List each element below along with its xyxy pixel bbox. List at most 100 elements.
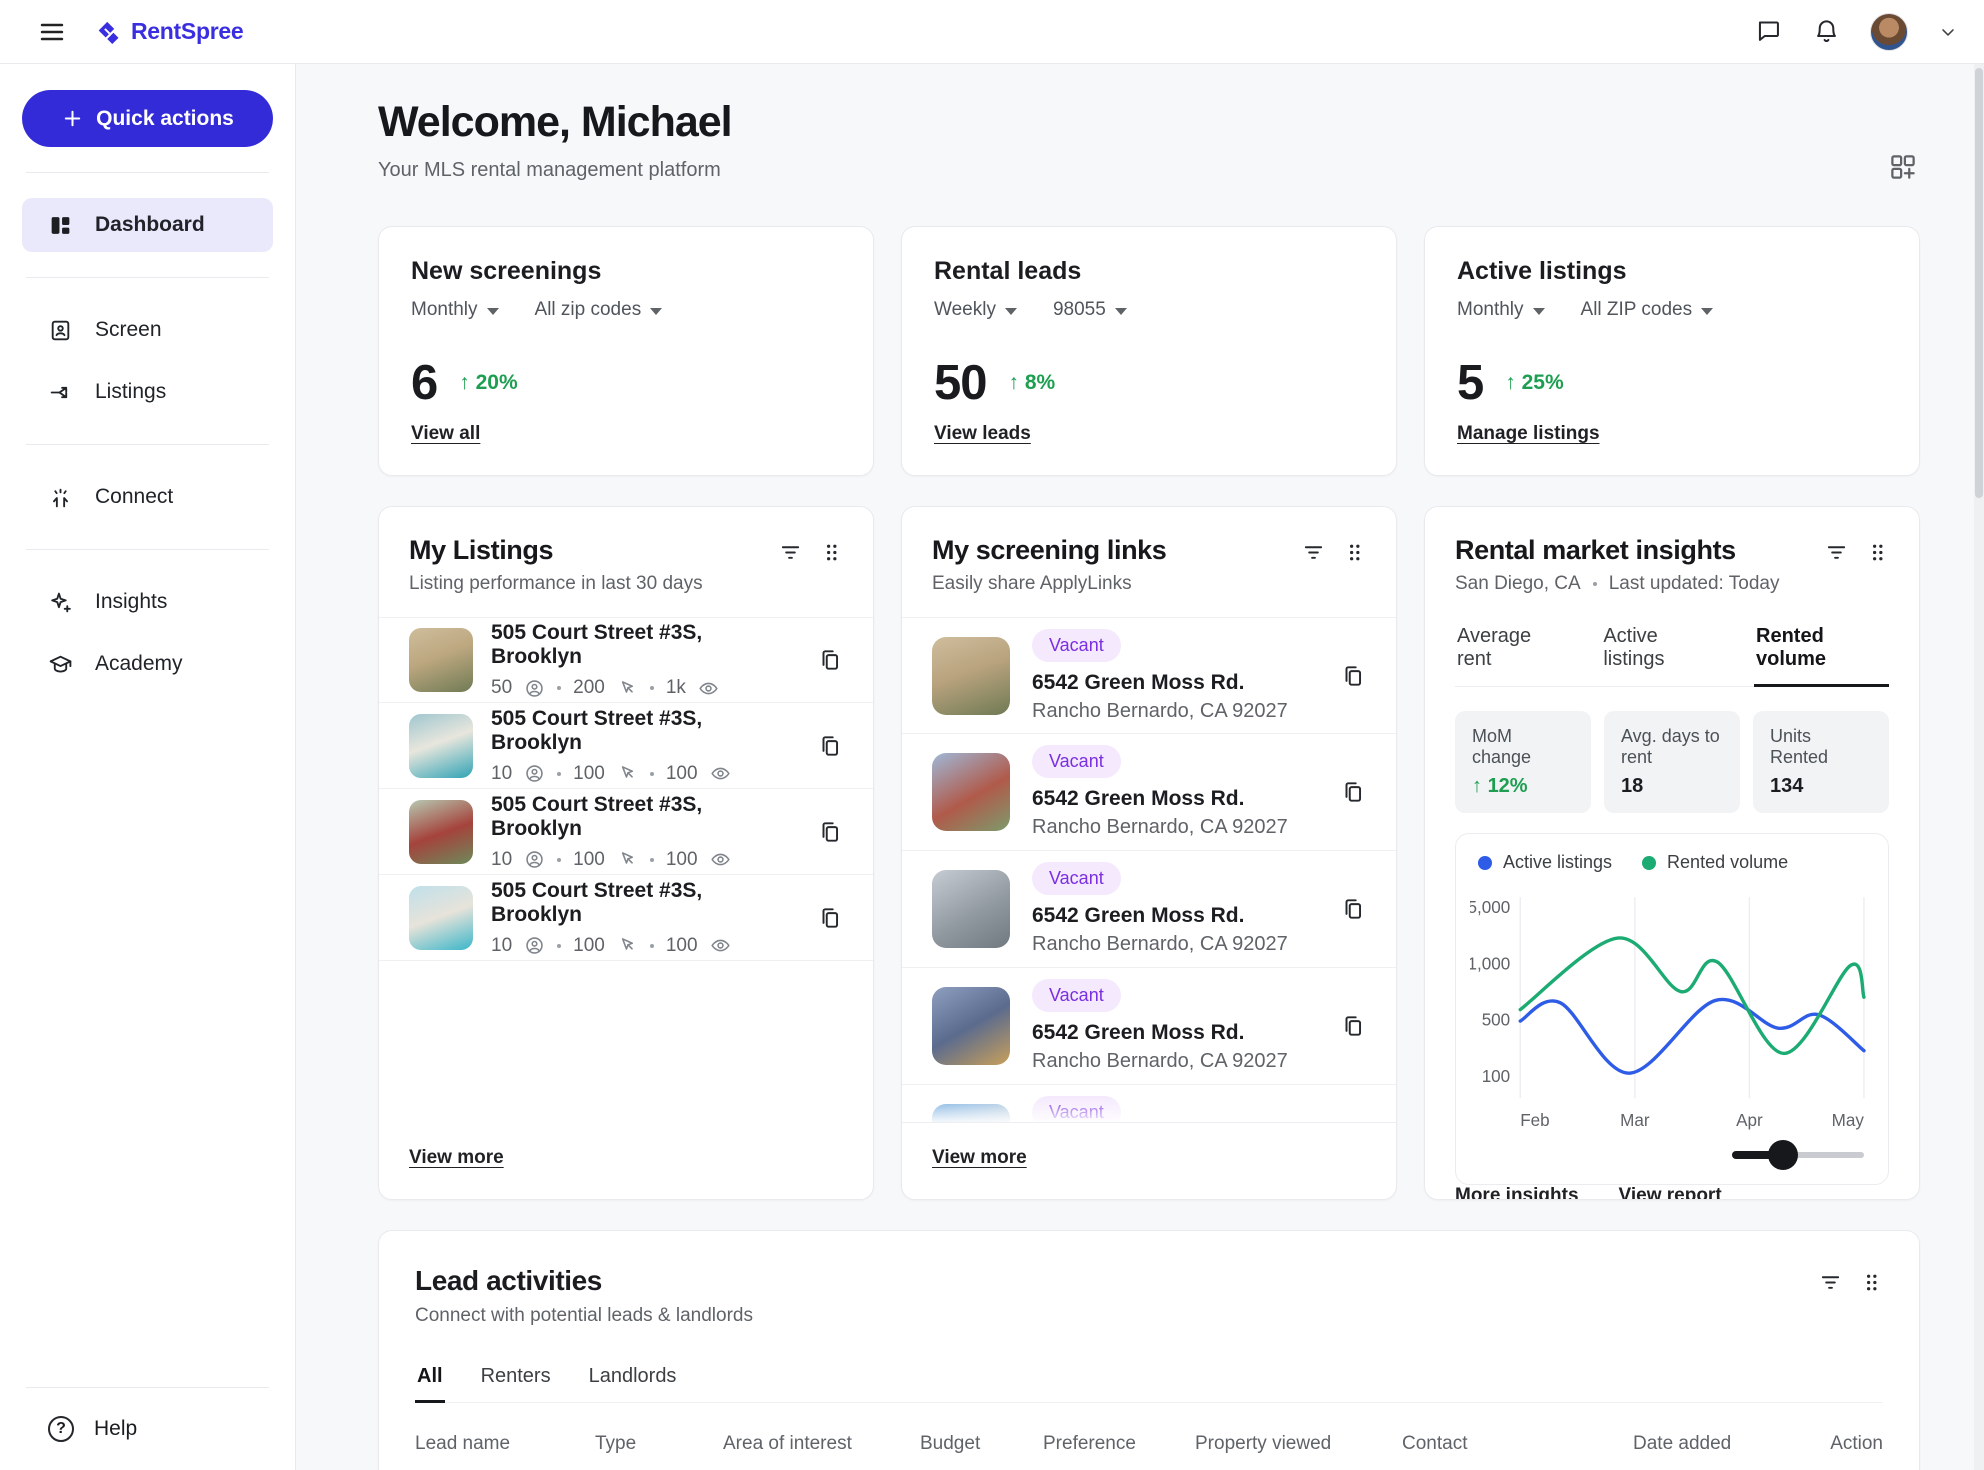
screening-link-row[interactable]: Vacant 6542 Green Moss Rd. Rancho Bernar… xyxy=(902,1085,1396,1122)
drag-handle-icon[interactable] xyxy=(1343,541,1366,564)
insights-tabs: Average rent Active listings Rented volu… xyxy=(1455,621,1889,687)
svg-text:500: 500 xyxy=(1482,1011,1511,1030)
svg-text:5,000: 5,000 xyxy=(1470,898,1510,917)
listing-row[interactable]: 505 Court Street #3S, Brooklyn 10 100 10… xyxy=(379,789,873,875)
chevron-down-icon[interactable] xyxy=(1938,22,1958,42)
dot-separator xyxy=(1593,582,1597,586)
insights-title: Rental market insights xyxy=(1455,535,1825,566)
zipcode-dropdown[interactable]: All zip codes xyxy=(535,299,663,321)
sidebar-item-label: Screen xyxy=(95,318,162,342)
click-cursor-icon xyxy=(617,849,638,870)
quick-actions-button[interactable]: Quick actions xyxy=(22,90,273,147)
sidebar-item-dashboard[interactable]: Dashboard xyxy=(22,198,273,252)
user-avatar[interactable] xyxy=(1870,13,1908,51)
listing-row[interactable]: 505 Court Street #3S, Brooklyn 10 100 10… xyxy=(379,703,873,789)
copy-link-icon[interactable] xyxy=(817,733,843,759)
sidebar-item-listings[interactable]: Listings xyxy=(22,365,273,419)
copy-link-icon[interactable] xyxy=(817,905,843,931)
top-bar: RentSpree xyxy=(0,0,1984,64)
my-listings-view-more-link[interactable]: View more xyxy=(409,1147,504,1169)
dot-separator xyxy=(650,858,654,862)
screening-links-view-more-link[interactable]: View more xyxy=(932,1147,1027,1169)
lead-table: Lead name Type Area of interest Budget P… xyxy=(415,1433,1883,1470)
dot-separator xyxy=(557,858,561,862)
tab-renters[interactable]: Renters xyxy=(479,1361,553,1403)
rentspree-logo-icon xyxy=(94,18,122,46)
tab-rented-volume[interactable]: Rented volume xyxy=(1754,621,1889,687)
stat-card-link[interactable]: View leads xyxy=(934,423,1031,445)
sidebar-item-label: Academy xyxy=(95,652,183,676)
copy-link-icon[interactable] xyxy=(1340,1013,1366,1039)
copy-link-icon[interactable] xyxy=(1340,896,1366,922)
hamburger-menu-icon[interactable] xyxy=(38,18,66,46)
listing-row[interactable]: 505 Court Street #3S, Brooklyn 10 100 10… xyxy=(379,875,873,961)
screening-link-row[interactable]: Vacant 6542 Green Moss Rd. Rancho Bernar… xyxy=(902,851,1396,968)
svg-text:1,000: 1,000 xyxy=(1470,954,1510,973)
chat-icon[interactable] xyxy=(1756,18,1783,45)
help-button[interactable]: ? Help xyxy=(22,1400,273,1448)
tab-all[interactable]: All xyxy=(415,1361,445,1403)
caret-down-icon xyxy=(1115,308,1127,315)
sidebar-item-academy[interactable]: Academy xyxy=(22,637,273,691)
sidebar-item-insights[interactable]: Insights xyxy=(22,575,273,629)
copy-link-icon[interactable] xyxy=(817,647,843,673)
zipcode-dropdown[interactable]: All ZIP codes xyxy=(1581,299,1714,321)
filter-icon[interactable] xyxy=(779,541,802,564)
filter-icon[interactable] xyxy=(1302,541,1325,564)
drag-handle-icon[interactable] xyxy=(820,541,843,564)
slider-thumb[interactable] xyxy=(1768,1140,1798,1170)
notifications-bell-icon[interactable] xyxy=(1813,18,1840,45)
filter-icon[interactable] xyxy=(1819,1271,1842,1294)
stat-delta: 25% xyxy=(1505,371,1563,395)
stat-card-link[interactable]: View all xyxy=(411,423,480,445)
stat-card-link[interactable]: Manage listings xyxy=(1457,423,1600,445)
caret-down-icon xyxy=(650,308,662,315)
period-dropdown[interactable]: Monthly xyxy=(1457,299,1545,321)
stat-card: Rental leads Weekly 98055 50 8% View lea… xyxy=(901,226,1397,476)
insights-sparkle-icon xyxy=(48,590,73,615)
period-dropdown[interactable]: Monthly xyxy=(411,299,499,321)
copy-link-icon[interactable] xyxy=(1340,663,1366,689)
divider xyxy=(26,277,269,278)
sidebar-item-connect[interactable]: Connect xyxy=(22,470,273,524)
sidebar-item-screen[interactable]: Screen xyxy=(22,303,273,357)
caret-down-icon xyxy=(1533,308,1545,315)
sidebar-item-label: Listings xyxy=(95,380,166,404)
property-address: 6542 Green Moss Rd. xyxy=(1032,787,1318,811)
property-photo xyxy=(932,637,1010,715)
filter-icon[interactable] xyxy=(1825,541,1848,564)
screening-link-row[interactable]: Vacant 6542 Green Moss Rd. Rancho Bernar… xyxy=(902,617,1396,734)
copy-link-icon[interactable] xyxy=(1340,779,1366,805)
dashboard-icon xyxy=(48,213,73,238)
academy-graduation-cap-icon xyxy=(48,652,73,677)
listing-address: 505 Court Street #3S, Brooklyn xyxy=(491,793,799,841)
screening-link-row[interactable]: Vacant 6542 Green Moss Rd. Rancho Bernar… xyxy=(902,734,1396,851)
tab-average-rent[interactable]: Average rent xyxy=(1455,621,1563,687)
drag-handle-icon[interactable] xyxy=(1866,541,1889,564)
units-rented-chip: Units Rented 134 xyxy=(1753,711,1889,813)
tab-active-listings[interactable]: Active listings xyxy=(1601,621,1716,687)
my-listings-card: My Listings Listing performance in last … xyxy=(378,506,874,1200)
zipcode-dropdown[interactable]: 98055 xyxy=(1053,299,1127,321)
customize-dashboard-icon[interactable] xyxy=(1888,152,1918,182)
drag-handle-icon[interactable] xyxy=(1860,1271,1883,1294)
stat-delta: 20% xyxy=(459,371,517,395)
view-report-link[interactable]: View report xyxy=(1619,1185,1722,1200)
listing-row[interactable]: 505 Court Street #3S, Brooklyn 50 200 1k xyxy=(379,617,873,703)
tab-landlords[interactable]: Landlords xyxy=(587,1361,679,1403)
property-address: 6542 Green Moss Rd. xyxy=(1032,1021,1318,1045)
page-scrollbar[interactable] xyxy=(1974,64,1984,1470)
more-insights-link[interactable]: More insights xyxy=(1455,1185,1579,1200)
chart-range-slider[interactable] xyxy=(1732,1140,1864,1170)
screening-link-row[interactable]: Vacant 6542 Green Moss Rd. Rancho Bernar… xyxy=(902,968,1396,1085)
applicant-person-icon xyxy=(524,935,545,956)
divider xyxy=(26,444,269,445)
page-title: Welcome, Michael xyxy=(378,98,1920,147)
applicant-person-icon xyxy=(524,678,545,699)
divider xyxy=(26,172,269,173)
lead-activities-tabs: All Renters Landlords xyxy=(415,1361,1883,1403)
period-dropdown[interactable]: Weekly xyxy=(934,299,1017,321)
brand-logo[interactable]: RentSpree xyxy=(94,18,243,46)
copy-link-icon[interactable] xyxy=(817,819,843,845)
lead-activities-subtitle: Connect with potential leads & landlords xyxy=(415,1305,1819,1327)
